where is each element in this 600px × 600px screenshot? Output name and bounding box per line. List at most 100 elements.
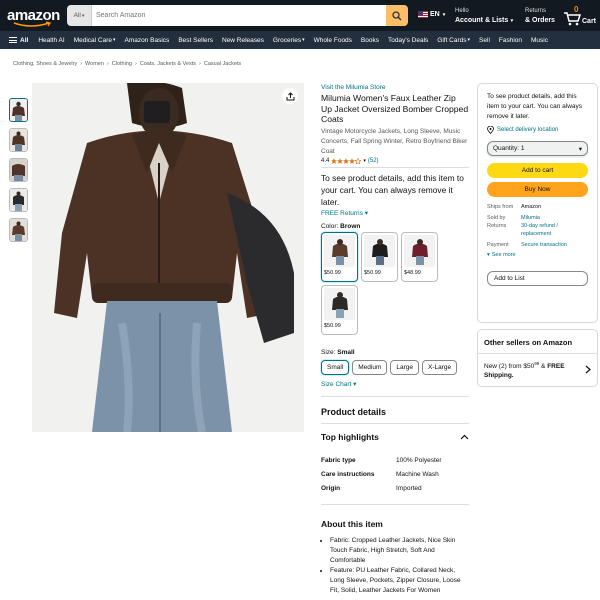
share-button[interactable] bbox=[282, 88, 298, 104]
nav-item-books[interactable]: Books bbox=[361, 37, 379, 44]
thumbnail-image[interactable] bbox=[9, 98, 28, 122]
list-item: Feature: PU Leather Fabric, Collared Nec… bbox=[330, 566, 469, 596]
cart-button[interactable]: 0 Cart bbox=[563, 5, 596, 26]
thumbnail-image[interactable] bbox=[9, 158, 28, 182]
returns-policy-link[interactable]: 30-day refund / replacement bbox=[521, 222, 588, 238]
main-product-image[interactable] bbox=[32, 83, 304, 432]
nav-item-sell[interactable]: Sell bbox=[479, 37, 490, 44]
rating-row[interactable]: 4.4 ▾ (52) bbox=[321, 157, 469, 164]
free-returns-link[interactable]: FREE Returns ▾ bbox=[321, 209, 469, 217]
breadcrumb-link[interactable]: Casual Jackets bbox=[204, 61, 241, 67]
language-selector[interactable]: EN ▾ bbox=[418, 11, 445, 18]
swatch-price: $48.99 bbox=[404, 269, 421, 276]
rating-value: 4.4 bbox=[321, 157, 330, 164]
other-sellers-heading: Other sellers on Amazon bbox=[478, 330, 597, 354]
thumbnail-image[interactable] bbox=[9, 128, 28, 152]
secure-transaction-link[interactable]: Secure transaction bbox=[521, 241, 588, 249]
returns-label: Returns bbox=[525, 8, 547, 14]
nav-item-medical-care[interactable]: Medical Care ▾ bbox=[74, 37, 116, 44]
chevron-down-icon: ▾ bbox=[363, 157, 366, 164]
swatch-price: $50.99 bbox=[324, 269, 341, 276]
see-more-link[interactable]: ▾ See more bbox=[487, 252, 588, 258]
nav-item-new-releases[interactable]: New Releases bbox=[222, 37, 264, 44]
chevron-down-icon: ▾ bbox=[578, 145, 582, 153]
list-item: Fabric: Cropped Leather Jackets, Nice Sk… bbox=[330, 536, 469, 566]
add-to-cart-button[interactable]: Add to cart bbox=[487, 163, 588, 178]
product-title: Milumia Women's Faux Leather Zip Up Jack… bbox=[321, 93, 469, 124]
add-to-list-button[interactable]: Add to List bbox=[487, 271, 588, 286]
nav-item-todays-deals[interactable]: Today's Deals bbox=[388, 37, 428, 44]
spec-key: Origin bbox=[321, 485, 341, 492]
nav-item-music[interactable]: Music bbox=[531, 37, 548, 44]
other-sellers-link[interactable]: New (2) from $5099 & FREE Shipping. bbox=[478, 354, 597, 385]
all-menu-button[interactable]: All bbox=[9, 36, 28, 45]
chevron-down-icon: ▾ bbox=[364, 209, 368, 217]
size-option-large[interactable]: Large bbox=[390, 359, 420, 375]
buybox-notice: To see product details, add this item to… bbox=[487, 93, 583, 120]
info-row: Returns 30-day refund / replacement bbox=[487, 222, 588, 238]
account-menu[interactable]: Hello Account & Lists ▾ bbox=[455, 7, 513, 26]
nav-item-label: Today's Deals bbox=[388, 36, 429, 44]
color-label-row: Color: Brown bbox=[321, 223, 469, 230]
size-chart-link[interactable]: Size Chart ▾ bbox=[321, 380, 469, 388]
search-category-dropdown[interactable]: All ▾ bbox=[67, 5, 92, 26]
swatch-image bbox=[324, 287, 355, 320]
info-key: Ships from bbox=[487, 204, 514, 210]
share-icon bbox=[286, 91, 294, 100]
amazon-logo[interactable]: amazon bbox=[7, 4, 63, 28]
search-button[interactable] bbox=[386, 5, 408, 26]
top-bar: amazon All▾ EN▾ Hello Account & Lists ▾ … bbox=[0, 0, 600, 31]
thumbnail-image[interactable] bbox=[9, 188, 28, 212]
buy-now-button[interactable]: Buy Now bbox=[487, 182, 588, 197]
nav-item-label: Medical Care bbox=[73, 36, 112, 44]
size-option-medium[interactable]: Medium bbox=[352, 359, 388, 375]
nav-item-fashion[interactable]: Fashion bbox=[499, 37, 522, 44]
size-option-small[interactable]: Small bbox=[321, 359, 350, 375]
store-link[interactable]: Visit the Milumia Store bbox=[321, 84, 469, 91]
breadcrumb-link[interactable]: Clothing bbox=[112, 61, 132, 67]
spec-value: Imported bbox=[396, 485, 422, 492]
search-bar: All ▾ bbox=[67, 5, 408, 26]
color-swatch-black[interactable]: $50.99 bbox=[361, 231, 398, 282]
swatch-price: $50.99 bbox=[324, 322, 341, 329]
breadcrumb-link[interactable]: Women bbox=[85, 61, 104, 67]
size-option-x-large[interactable]: X-Large bbox=[422, 359, 458, 375]
breadcrumb-link[interactable]: Clothing, Shoes & Jewelry bbox=[13, 61, 77, 67]
search-input[interactable] bbox=[92, 5, 386, 26]
nav-item-label: Books bbox=[360, 36, 379, 44]
info-key: Returns bbox=[487, 223, 507, 229]
color-swatch-burgundy[interactable]: $48.99 bbox=[401, 231, 438, 282]
nav-item-amazon-basics[interactable]: Amazon Basics bbox=[125, 37, 170, 44]
search-icon bbox=[392, 10, 402, 20]
nav-item-health-ai[interactable]: Health AI bbox=[38, 37, 64, 44]
thumbnail-image[interactable] bbox=[9, 218, 28, 242]
nav-item-whole-foods[interactable]: Whole Foods bbox=[314, 37, 352, 44]
quantity-dropdown[interactable]: Quantity: 1 ▾ bbox=[487, 141, 588, 156]
spec-row: Care instructions Machine Wash bbox=[321, 468, 469, 482]
nav-item-best-sellers[interactable]: Best Sellers bbox=[178, 37, 213, 44]
see-more-label: See more bbox=[491, 252, 516, 258]
chevron-down-icon: ▾ bbox=[113, 37, 116, 43]
location-pin-icon bbox=[487, 126, 494, 134]
nav-item-gift-cards[interactable]: Gift Cards ▾ bbox=[437, 37, 470, 44]
info-row: Ships from Amazon bbox=[487, 203, 588, 211]
breadcrumb-link[interactable]: Coats, Jackets & Vests bbox=[140, 61, 196, 67]
other-sellers-price-cents: 99 bbox=[534, 361, 540, 366]
nav-item-label: Music bbox=[531, 36, 548, 44]
select-delivery-location[interactable]: Select delivery location bbox=[487, 126, 588, 134]
nav-item-label: Fashion bbox=[498, 36, 523, 44]
seller-link[interactable]: Milumia bbox=[521, 214, 588, 222]
chevron-down-icon: ▾ bbox=[81, 12, 85, 19]
color-swatch-brown[interactable]: $50.99 bbox=[321, 231, 358, 282]
chevron-right-icon: › bbox=[106, 61, 109, 67]
color-swatch-dark[interactable]: $50.99 bbox=[321, 284, 358, 335]
nav-item-groceries[interactable]: Groceries ▾ bbox=[273, 37, 305, 44]
color-selected: Brown bbox=[340, 222, 361, 230]
top-highlights-toggle[interactable]: Top highlights bbox=[321, 432, 469, 442]
spec-table: Fabric type 100% Polyester Care instructi… bbox=[321, 454, 469, 496]
size-selected: Small bbox=[337, 348, 355, 356]
returns-orders-link[interactable]: Returns & Orders bbox=[525, 7, 555, 25]
color-swatches: $50.99 $50.99 $48.99 $50.99 bbox=[321, 231, 446, 335]
rating-count[interactable]: (52) bbox=[368, 158, 379, 164]
spec-key: Care instructions bbox=[321, 471, 375, 478]
